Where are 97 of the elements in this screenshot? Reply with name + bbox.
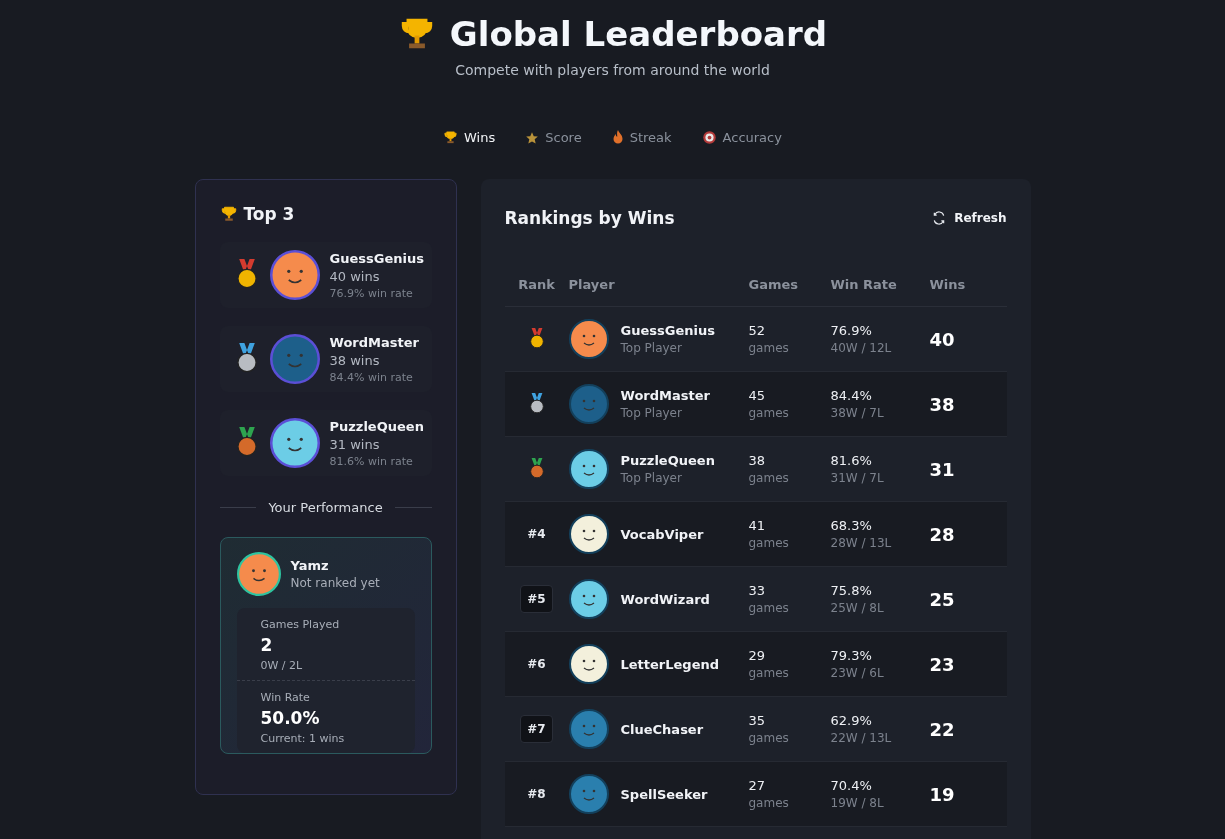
games-unit: games (748, 471, 790, 485)
games-count: 45 (748, 388, 767, 403)
win-loss-record: 38W / 7L (830, 406, 885, 420)
games-count: 52 (748, 323, 767, 338)
target-icon (701, 130, 717, 145)
player-name: WordMaster (620, 388, 710, 403)
win-rate: 68.3% (830, 518, 873, 533)
stat-value: 50.0% (260, 708, 321, 728)
win-loss-record: 40W / 12L (830, 341, 893, 355)
win-loss-record: 25W / 8L (830, 601, 885, 615)
win-loss-record: 31W / 7L (830, 471, 885, 485)
player-name: SpellSeeker (620, 786, 708, 802)
games-count: 29 (748, 648, 767, 663)
flame-icon (611, 130, 624, 145)
wins-count: 23 (929, 653, 956, 675)
games-count: 27 (748, 778, 767, 793)
wins-count: 38 (929, 393, 956, 415)
wins-count: 19 (929, 783, 956, 805)
column-header: Wins (929, 277, 967, 292)
page-subtitle: Compete with players from around the world (455, 62, 770, 78)
rank-number: #6 (526, 656, 547, 673)
games-unit: games (748, 601, 790, 615)
win-rate: 70.4% (830, 778, 873, 793)
games-unit: games (748, 536, 790, 550)
wins-count: 22 (929, 718, 956, 740)
games-count: 41 (748, 518, 767, 533)
category-tab[interactable]: Streak (609, 126, 674, 149)
trophy-icon (219, 205, 238, 223)
stat-label: Win Rate (260, 691, 311, 704)
wins-count: 28 (929, 523, 956, 545)
games-count: 38 (748, 453, 767, 468)
win-rate: 75.8% (830, 583, 873, 598)
player-name: ClueChaser (620, 721, 704, 737)
stat-detail: Current: 1 wins (260, 732, 346, 745)
player-wins: 38 wins (329, 352, 381, 368)
medal-icon (527, 458, 546, 480)
stat-label: Games Played (260, 618, 341, 631)
wins-count: 25 (929, 588, 956, 610)
games-count: 33 (748, 583, 767, 598)
win-rate: 81.6% (830, 453, 873, 468)
games-unit: games (748, 731, 790, 745)
player-wins: 40 wins (329, 268, 381, 284)
category-tab[interactable]: Accuracy (699, 126, 784, 149)
win-loss-record: 22W / 13L (830, 731, 893, 745)
player-win-rate: 76.9% win rate (329, 286, 414, 300)
panel-title: Top 3 (243, 204, 295, 224)
rank-number: #4 (526, 526, 547, 543)
player-tag: Top Player (620, 471, 715, 485)
win-loss-record: 19W / 8L (830, 796, 885, 810)
games-unit: games (748, 796, 790, 810)
rank-status: Not ranked yet (290, 576, 380, 590)
player-name: Yamz (290, 558, 330, 573)
stat-detail: 0W / 2L (260, 659, 304, 672)
category-tab[interactable]: Score (523, 126, 584, 149)
page-title: Global Leaderboard (449, 14, 828, 54)
player-name: PuzzleQueen (329, 418, 424, 434)
player-name: GuessGenius (620, 323, 715, 338)
star-icon (525, 130, 540, 145)
player-tag: Top Player (620, 341, 715, 355)
trophy-icon (443, 130, 459, 145)
games-unit: games (748, 341, 790, 355)
win-rate: 84.4% (830, 388, 873, 403)
column-header: Rank (518, 277, 555, 292)
wins-count: 40 (929, 328, 956, 350)
player-name: WordWizard (620, 591, 710, 607)
medal-icon (527, 393, 546, 415)
refresh-icon (932, 211, 947, 225)
player-win-rate: 84.4% win rate (329, 370, 414, 384)
column-header: Win Rate (830, 277, 898, 292)
rank-number: #5 (520, 585, 553, 613)
win-rate: 62.9% (830, 713, 873, 728)
section-heading: Your Performance (268, 500, 383, 515)
player-tag: Top Player (620, 406, 710, 420)
win-loss-record: 28W / 13L (830, 536, 893, 550)
medal-icon (527, 328, 546, 350)
games-unit: games (748, 406, 790, 420)
player-wins: 31 wins (329, 436, 381, 452)
column-header: Player (568, 277, 616, 292)
win-rate: 76.9% (830, 323, 873, 338)
player-win-rate: 81.6% win rate (329, 454, 414, 468)
win-loss-record: 23W / 6L (830, 666, 885, 680)
player-name: VocabViper (620, 526, 704, 542)
stat-value: 2 (260, 635, 274, 655)
category-tab[interactable]: Wins (441, 126, 498, 149)
refresh-button[interactable]: Refresh (932, 207, 1007, 229)
column-header: Games (748, 277, 800, 292)
player-name: LetterLegend (620, 656, 720, 672)
games-count: 35 (748, 713, 767, 728)
rank-number: #7 (520, 715, 553, 743)
games-unit: games (748, 666, 790, 680)
wins-count: 31 (929, 458, 956, 480)
player-name: WordMaster (329, 334, 419, 350)
player-name: PuzzleQueen (620, 453, 715, 468)
win-rate: 79.3% (830, 648, 873, 663)
panel-title: Rankings by Wins (504, 208, 675, 228)
rank-number: #8 (526, 786, 547, 803)
player-name: GuessGenius (329, 250, 424, 266)
